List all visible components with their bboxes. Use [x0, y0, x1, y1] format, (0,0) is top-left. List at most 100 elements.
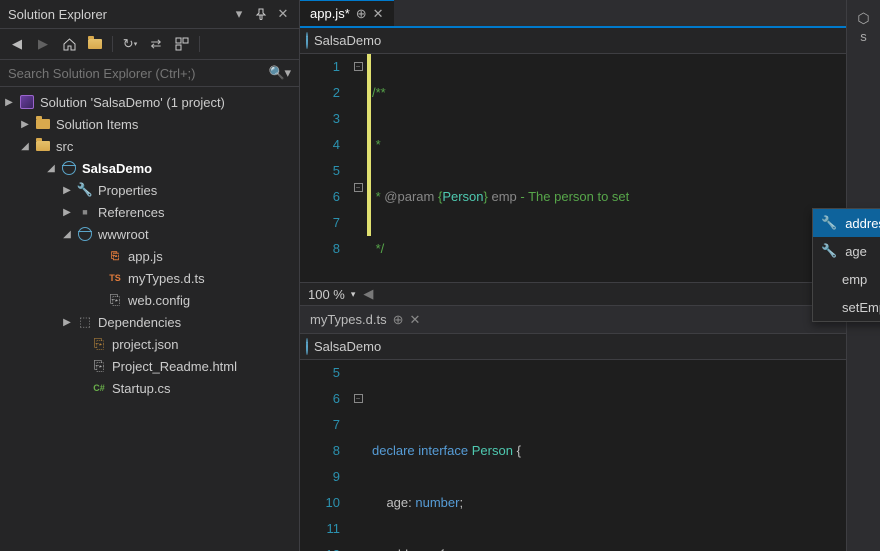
- tree-label: project.json: [112, 337, 178, 352]
- tree-dependencies[interactable]: ▶Dependencies: [0, 311, 299, 333]
- intellisense-item[interactable]: 🔧 age: [813, 237, 880, 265]
- intellisense-label: setEmployee: [842, 300, 880, 315]
- tree-solution-node[interactable]: ▶Solution 'SalsaDemo' (1 project): [0, 91, 299, 113]
- references-icon: [76, 203, 94, 221]
- tree-file-startup[interactable]: C#Startup.cs: [0, 377, 299, 399]
- editor-nav-bar-bottom[interactable]: SalsaDemo ▾ { }: [300, 334, 880, 360]
- zoom-bar[interactable]: 100 % ▾ ◀: [300, 282, 880, 306]
- ts-file-icon: TS: [106, 269, 124, 287]
- fold-toggle[interactable]: −: [354, 394, 363, 403]
- wrench-icon: 🔧: [821, 243, 837, 259]
- line-gutter: 5678910111213: [300, 360, 350, 551]
- cube-icon[interactable]: ⬡: [847, 10, 880, 27]
- editor-pane-bottom: myTypes.d.ts ⊕ ✕ SalsaDemo ▾ { } 5678910…: [300, 306, 880, 551]
- intellisense-label: age: [845, 244, 867, 259]
- line-gutter: 12345678: [300, 54, 350, 282]
- chevron-down-icon[interactable]: ▾: [351, 289, 356, 300]
- dependencies-icon: [76, 313, 94, 331]
- showall-icon[interactable]: [173, 35, 191, 53]
- solution-tree: ▶Solution 'SalsaDemo' (1 project) ▶Solut…: [0, 87, 299, 551]
- search-icon[interactable]: 🔍: [268, 65, 284, 81]
- editor-tabs: app.js* ⊕ ✕: [300, 0, 880, 28]
- code-source[interactable]: declare interface Person { age: number; …: [372, 360, 880, 551]
- tree-label: Properties: [98, 183, 157, 198]
- pin-icon[interactable]: [253, 6, 269, 22]
- html-file-icon: ⎘: [90, 357, 108, 375]
- close-icon[interactable]: ✕: [409, 312, 420, 328]
- search-input[interactable]: [8, 66, 268, 81]
- intellisense-item[interactable]: setEmployee: [813, 293, 880, 321]
- wrench-icon: 🔧: [821, 215, 837, 231]
- tree-label: wwwroot: [98, 227, 149, 242]
- tree-src-folder[interactable]: ◢src: [0, 135, 299, 157]
- cs-file-icon: C#: [90, 379, 108, 397]
- nav-back-icon[interactable]: ◀: [8, 35, 26, 53]
- nav-label: SalsaDemo: [314, 339, 843, 354]
- intellisense-item[interactable]: emp: [813, 265, 880, 293]
- intellisense-label: address: [845, 216, 880, 231]
- json-file-icon: ⎘: [90, 335, 108, 353]
- solution-explorer: Solution Explorer ▾ ✕ ◀ ▶ ↻▾ ⇄ 🔍 ▾ ▶Solu…: [0, 0, 300, 551]
- fold-gutter: −: [350, 360, 366, 551]
- fold-toggle[interactable]: −: [354, 62, 363, 71]
- tree-label: References: [98, 205, 164, 220]
- pin-icon[interactable]: ⊕: [393, 312, 404, 328]
- tree-label: Dependencies: [98, 315, 181, 330]
- tree-label: app.js: [128, 249, 163, 264]
- panel-title: Solution Explorer: [8, 7, 225, 22]
- close-icon[interactable]: ✕: [373, 6, 384, 22]
- nav-label: SalsaDemo: [314, 33, 855, 48]
- pin-icon[interactable]: ⊕: [356, 6, 367, 22]
- fold-gutter: −−: [350, 54, 366, 282]
- code-editor[interactable]: 12345678 −− /** * * @param {Person} emp …: [300, 54, 880, 282]
- intellisense-label: emp: [842, 272, 867, 287]
- refresh-icon[interactable]: ↻▾: [121, 35, 139, 53]
- sync-icon[interactable]: ⇄: [147, 35, 165, 53]
- code-editor-bottom[interactable]: 5678910111213 − declare interface Person…: [300, 360, 880, 551]
- tree-label: Solution 'SalsaDemo' (1 project): [40, 95, 225, 110]
- wrench-icon: 🔧: [76, 181, 94, 199]
- tree-solution-items[interactable]: ▶Solution Items: [0, 113, 299, 135]
- editor-area: ⬡ s app.js* ⊕ ✕ SalsaDemo ▾ 12345678 −−: [300, 0, 880, 551]
- home-icon[interactable]: [60, 35, 78, 53]
- tab-label: myTypes.d.ts: [310, 312, 387, 327]
- tree-label: web.config: [128, 293, 190, 308]
- tree-file-readme[interactable]: ⎘ Project_Readme.html: [0, 355, 299, 377]
- tab-mytypes[interactable]: myTypes.d.ts ⊕ ✕: [300, 306, 430, 333]
- search-dd-icon[interactable]: ▾: [284, 65, 291, 81]
- tab-appjs[interactable]: app.js* ⊕ ✕: [300, 0, 394, 26]
- solution-explorer-toolbar: ◀ ▶ ↻▾ ⇄: [0, 29, 299, 60]
- toolbar-sep: [199, 36, 200, 52]
- tree-references[interactable]: ▶References: [0, 201, 299, 223]
- tree-label: SalsaDemo: [82, 161, 152, 176]
- solution-explorer-titlebar: Solution Explorer ▾ ✕: [0, 0, 299, 29]
- folder-open-icon[interactable]: [86, 35, 104, 53]
- nav-fwd-icon[interactable]: ▶: [34, 35, 52, 53]
- code-source[interactable]: /** * * @param {Person} emp - The person…: [372, 54, 880, 282]
- close-icon[interactable]: ✕: [275, 6, 291, 22]
- tree-file-appjs[interactable]: ⎘ app.js: [0, 245, 299, 267]
- intellisense-item[interactable]: 🔧 address: [813, 209, 880, 237]
- tree-label: Project_Readme.html: [112, 359, 237, 374]
- right-label: s: [847, 29, 880, 44]
- editor-tabs-bottom: myTypes.d.ts ⊕ ✕: [300, 306, 880, 334]
- tree-project[interactable]: ◢SalsaDemo: [0, 157, 299, 179]
- editor-nav-bar[interactable]: SalsaDemo ▾: [300, 28, 880, 54]
- tree-wwwroot[interactable]: ◢wwwroot: [0, 223, 299, 245]
- editor-pane-top: app.js* ⊕ ✕ SalsaDemo ▾ 12345678 −− /** …: [300, 0, 880, 306]
- js-file-icon: ⎘: [106, 247, 124, 265]
- scroll-left-icon[interactable]: ◀: [363, 286, 373, 302]
- tree-properties[interactable]: ▶🔧Properties: [0, 179, 299, 201]
- tree-label: myTypes.d.ts: [128, 271, 205, 286]
- tree-file-mytypes[interactable]: TS myTypes.d.ts: [0, 267, 299, 289]
- config-file-icon: ⎘: [106, 291, 124, 309]
- tree-file-webconfig[interactable]: ⎘ web.config: [0, 289, 299, 311]
- dropdown-icon[interactable]: ▾: [231, 6, 247, 22]
- fold-toggle[interactable]: −: [354, 183, 363, 192]
- zoom-value: 100 %: [308, 287, 345, 302]
- solution-explorer-search: 🔍 ▾: [0, 60, 299, 87]
- toolbar-sep: [112, 36, 113, 52]
- tree-file-projectjson[interactable]: ⎘ project.json: [0, 333, 299, 355]
- tree-label: src: [56, 139, 73, 154]
- tree-label: Solution Items: [56, 117, 138, 132]
